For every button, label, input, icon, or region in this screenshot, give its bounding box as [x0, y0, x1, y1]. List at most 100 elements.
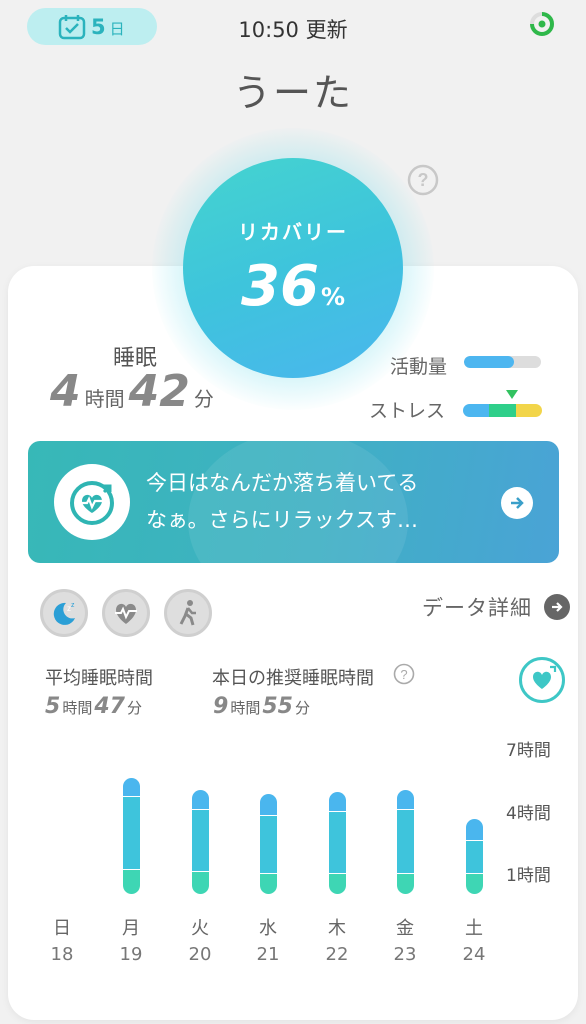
advice-banner[interactable]: 今日はなんだか落ち着いてる なぁ。さらにリラックスす…: [28, 441, 559, 563]
sleep-bar-segment: [260, 814, 277, 874]
recovery-value: 36%: [183, 254, 403, 319]
status-bar: 5 日 10:50 更新: [0, 0, 586, 52]
arrow-right-circle-icon: [544, 594, 570, 620]
day-label: 木: [328, 918, 346, 939]
data-detail-link[interactable]: データ詳細: [422, 592, 570, 622]
tab-heart[interactable]: [102, 589, 150, 637]
date-label: 18: [50, 944, 74, 965]
stress-segment-mid: [489, 404, 516, 417]
recovery-help-icon[interactable]: ?: [407, 164, 439, 196]
sleep-bar-segment: [329, 792, 346, 811]
day-label: 日: [53, 918, 71, 939]
activity-label: 活動量: [390, 356, 448, 378]
stress-label: ストレス: [369, 400, 446, 422]
stress-marker-icon: [506, 390, 518, 399]
sleep-bar-segment: [329, 810, 346, 874]
y-tick-label: 7時間: [506, 741, 551, 762]
stress-segment-high: [515, 404, 542, 417]
y-tick-label: 1時間: [506, 866, 551, 887]
tab-walk[interactable]: [164, 589, 212, 637]
date-label: 21: [256, 944, 280, 965]
recommended-minutes: 55: [262, 694, 293, 719]
recovery-label: リカバリー: [238, 220, 348, 244]
recommended-sleep-label: 本日の推奨睡眠時間: [212, 668, 374, 689]
date-label: 20: [188, 944, 212, 965]
sleep-chart: 7時間 4時間 1時間日 18 月 19 火 20 水 21 木 22 金 23 土 24: [0, 740, 586, 980]
sleep-bar-segment: [123, 777, 140, 797]
date-label: 19: [119, 944, 143, 965]
day-label: 水: [259, 918, 277, 939]
sleep-bar-segment: [397, 808, 414, 874]
sleep-bar[interactable]: [192, 790, 209, 894]
recommended-help-icon[interactable]: ?: [393, 663, 415, 685]
user-name: うーた: [232, 71, 353, 115]
average-sleep-value: 5 時間47 分: [45, 694, 144, 719]
svg-text:z: z: [71, 602, 75, 609]
arrow-right-icon[interactable]: [501, 487, 533, 519]
sleep-minutes-unit: 分: [193, 387, 214, 411]
sync-status-icon[interactable]: [528, 10, 556, 38]
sleep-bar[interactable]: [123, 777, 140, 894]
heart-pulse-icon: [115, 603, 137, 624]
day-label: 土: [465, 918, 483, 939]
sleep-bar-segment: [397, 790, 414, 809]
recovery-gauge[interactable]: リカバリー 36%: [183, 158, 403, 378]
heart-up-button[interactable]: [519, 657, 565, 703]
update-time: 10:50 更新: [238, 18, 348, 42]
sleep-duration: 4 時間42 分: [50, 366, 218, 417]
sleep-bar-segment: [192, 790, 209, 809]
sleep-bar-segment: [466, 819, 483, 840]
walking-person-icon: [179, 600, 196, 626]
sleep-hours-unit: 時間: [84, 387, 125, 411]
average-hours-unit: 時間: [62, 699, 93, 717]
date-label: 23: [393, 944, 417, 965]
date-label: 22: [325, 944, 349, 965]
sleep-bar-segment: [123, 869, 140, 894]
advice-text: 今日はなんだか落ち着いてる なぁ。さらにリラックスす…: [146, 465, 496, 539]
tab-sleep[interactable]: z z: [40, 589, 88, 637]
sleep-bar-segment: [329, 873, 346, 894]
sleep-bar-segment: [192, 808, 209, 872]
sleep-bar[interactable]: [466, 819, 483, 894]
recovery-number: 36: [241, 254, 319, 319]
sleep-bar-segment: [123, 796, 140, 870]
sleep-bar[interactable]: [329, 792, 346, 894]
sleep-bar-segment: [466, 873, 483, 894]
sleep-bar[interactable]: [397, 790, 414, 894]
y-tick-label: 4時間: [506, 803, 551, 824]
svg-text:?: ?: [400, 667, 407, 682]
recovery-unit: %: [320, 283, 345, 311]
sleep-minutes: 42: [128, 366, 190, 417]
sleep-bar-segment: [260, 794, 277, 815]
sleep-bar-segment: [260, 873, 277, 894]
recommended-sleep-value: 9 時間55 分: [213, 694, 312, 719]
sleep-hours: 4: [50, 366, 81, 417]
recommended-hours: 9: [213, 694, 229, 719]
data-detail-label: データ詳細: [422, 596, 532, 620]
moon-zz-icon: z z: [53, 602, 75, 625]
activity-bar-fill: [464, 356, 515, 368]
activity-bar: [464, 356, 541, 368]
heart-up-icon: [533, 665, 557, 689]
average-minutes-unit: 分: [126, 699, 142, 717]
average-minutes: 47: [94, 694, 125, 719]
recommended-hours-unit: 時間: [230, 699, 261, 717]
recommended-minutes-unit: 分: [294, 699, 310, 717]
sleep-bar-segment: [466, 839, 483, 874]
date-label: 24: [462, 944, 486, 965]
average-hours: 5: [45, 694, 61, 719]
sleep-bar-segment: [397, 873, 414, 894]
sleep-bar-segment: [192, 871, 209, 894]
average-sleep-label: 平均睡眠時間: [45, 668, 153, 689]
stress-bar: [463, 404, 542, 417]
day-label: 火: [191, 918, 209, 939]
advice-line-2: なぁ。さらにリラックスす…: [146, 508, 418, 532]
svg-text:?: ?: [418, 170, 429, 190]
day-label: 月: [122, 918, 140, 939]
heart-monitor-icon: [54, 464, 130, 540]
category-tabs: z z: [40, 589, 212, 637]
advice-line-1: 今日はなんだか落ち着いてる: [146, 471, 419, 495]
stress-segment-low: [463, 404, 490, 417]
sleep-bar[interactable]: [260, 794, 277, 894]
day-label: 金: [396, 918, 414, 939]
